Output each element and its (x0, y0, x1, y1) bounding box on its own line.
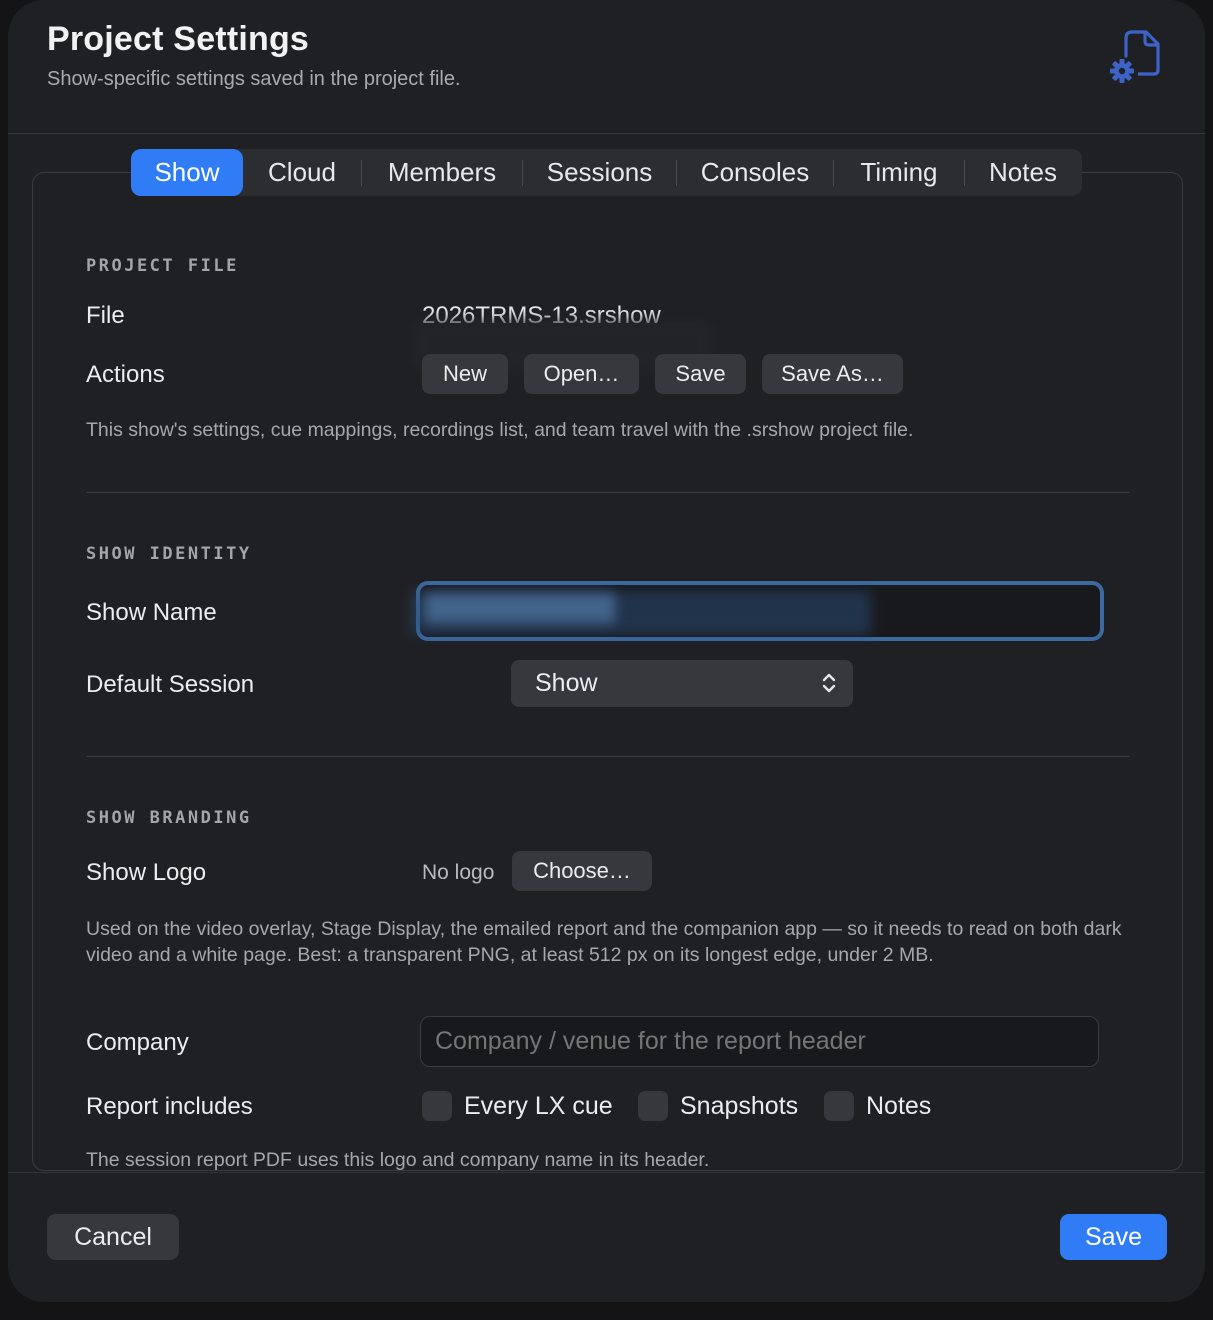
file-label: File (86, 302, 125, 329)
open-button[interactable]: Open… (524, 354, 639, 394)
tab-cloud[interactable]: Cloud (243, 149, 361, 196)
section-title-show-branding: SHOW BRANDING (86, 808, 252, 828)
report-help: The session report PDF uses this logo an… (86, 1149, 710, 1171)
section-title-project-file: PROJECT FILE (86, 256, 239, 276)
snapshots-checkbox[interactable] (638, 1091, 668, 1121)
save-file-button[interactable]: Save (655, 354, 746, 394)
document-gear-icon (1110, 30, 1160, 83)
every-lx-cue-checkbox[interactable] (422, 1091, 452, 1121)
up-down-chevron-icon (822, 673, 836, 693)
company-label: Company (86, 1029, 189, 1056)
settings-panel: PROJECT FILE File 2026TRMS-13.srshow Act… (32, 172, 1183, 1171)
project-settings-dialog: Project Settings Show-specific settings … (8, 0, 1205, 1302)
show-logo-label: Show Logo (86, 859, 207, 886)
settings-tabs: Show Cloud Members Sessions Consoles Tim… (131, 149, 1082, 196)
dialog-footer: Cancel Save (8, 1172, 1205, 1302)
logo-help: Used on the video overlay, Stage Display… (86, 918, 1122, 966)
cancel-button[interactable]: Cancel (47, 1214, 179, 1260)
dialog-header: Project Settings Show-specific settings … (8, 0, 1205, 134)
notes-checkbox[interactable] (824, 1091, 854, 1121)
new-button[interactable]: New (422, 354, 508, 394)
section-divider (86, 756, 1130, 757)
actions-label: Actions (86, 361, 165, 388)
save-button[interactable]: Save (1060, 1214, 1167, 1260)
section-title-show-identity: SHOW IDENTITY (86, 544, 252, 564)
show-name-label: Show Name (86, 599, 217, 626)
tab-members[interactable]: Members (362, 149, 522, 196)
project-file-help: This show's settings, cue mappings, reco… (86, 419, 914, 441)
snapshots-label[interactable]: Snapshots (680, 1092, 798, 1121)
company-input[interactable] (420, 1016, 1099, 1067)
tab-timing[interactable]: Timing (834, 149, 964, 196)
tab-consoles[interactable]: Consoles (677, 149, 833, 196)
section-divider (86, 492, 1130, 493)
every-lx-cue-label[interactable]: Every LX cue (464, 1092, 613, 1121)
default-session-value: Show (535, 669, 598, 697)
tab-sessions[interactable]: Sessions (523, 149, 676, 196)
logo-status: No logo (422, 861, 495, 884)
show-name-redaction-highlight (425, 593, 615, 623)
report-includes-label: Report includes (86, 1093, 253, 1120)
save-as-button[interactable]: Save As… (762, 354, 903, 394)
choose-logo-button[interactable]: Choose… (512, 851, 652, 891)
tab-show[interactable]: Show (131, 149, 243, 196)
dialog-subtitle: Show-specific settings saved in the proj… (47, 68, 461, 90)
dialog-title: Project Settings (47, 20, 310, 58)
notes-label[interactable]: Notes (866, 1092, 931, 1121)
tab-notes[interactable]: Notes (965, 149, 1081, 196)
default-session-label: Default Session (86, 671, 255, 698)
default-session-select[interactable]: Show (511, 660, 853, 707)
